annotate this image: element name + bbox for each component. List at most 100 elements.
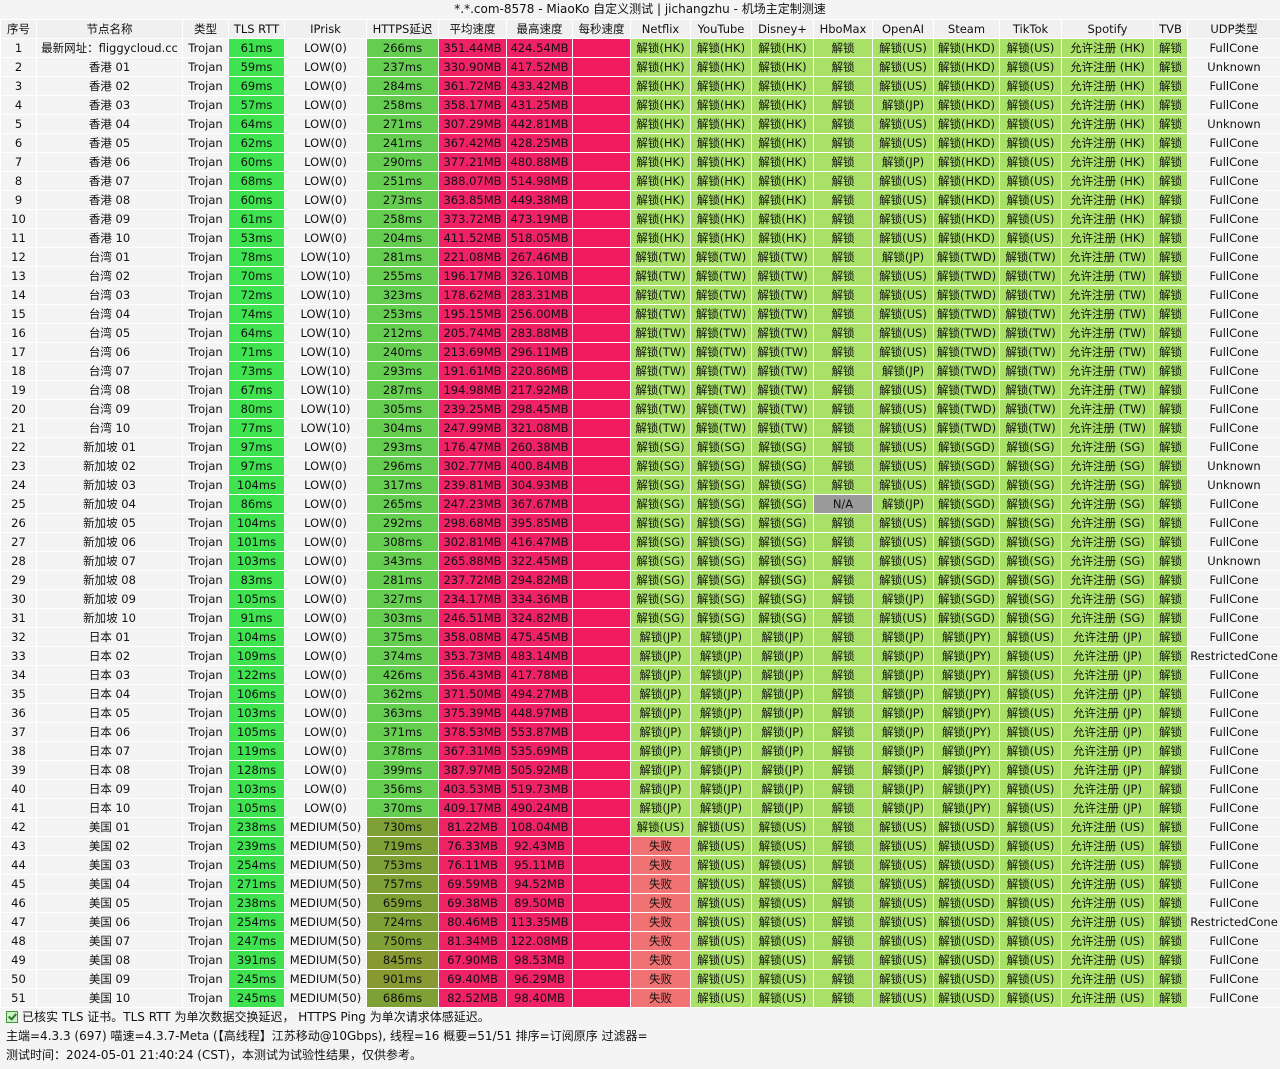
- cell-netflix: 解锁(JP): [630, 665, 691, 685]
- cell-netflix: 解锁(JP): [630, 684, 691, 704]
- cell-openai: 解锁(US): [872, 931, 934, 951]
- cell-disney: 解锁(HK): [751, 190, 814, 210]
- cell-https-latency: 378ms: [366, 741, 439, 761]
- cell-udp-type: FullCone: [1187, 684, 1280, 704]
- cell-openai: 解锁(US): [872, 475, 934, 495]
- cell-protocol-type: Trojan: [182, 399, 229, 419]
- cell-protocol-type: Trojan: [182, 57, 229, 77]
- cell-disney: 解锁(TW): [751, 361, 814, 381]
- cell-spotify: 允许注册 (US): [1061, 893, 1154, 913]
- cell-iprisk: LOW(0): [284, 114, 367, 134]
- cell-max-speed: 326.10MB: [506, 266, 573, 286]
- cell-tiktok: 解锁(US): [999, 969, 1062, 989]
- cell-iprisk: LOW(10): [284, 361, 367, 381]
- column-header: HTTPS延迟: [366, 19, 439, 39]
- cell-iprisk: LOW(0): [284, 456, 367, 476]
- cell-udp-type: FullCone: [1187, 931, 1280, 951]
- cell-https-latency: 327ms: [366, 589, 439, 609]
- cell-steam: 解锁(HKD): [933, 133, 1000, 153]
- cell-speed-graph: [572, 684, 631, 704]
- cell-https-latency: 293ms: [366, 437, 439, 457]
- cell-spotify: 允许注册 (TW): [1061, 247, 1154, 267]
- cell-row-index: 30: [0, 589, 37, 609]
- cell-speed-graph: [572, 228, 631, 248]
- cell-https-latency: 287ms: [366, 380, 439, 400]
- cell-https-latency: 659ms: [366, 893, 439, 913]
- cell-node-name: 美国 10: [36, 988, 183, 1008]
- cell-tls-rtt: 122ms: [228, 665, 285, 685]
- cell-node-name: 最新网址：fliggycloud.cc: [36, 38, 183, 58]
- cell-max-speed: 400.84MB: [506, 456, 573, 476]
- cell-steam: 解锁(TWD): [933, 247, 1000, 267]
- cell-max-speed: 96.29MB: [506, 969, 573, 989]
- cell-speed-graph: [572, 912, 631, 932]
- table-row: 8 香港 07 Trojan 68ms LOW(0) 251ms 388.07MB 514.9…: [0, 171, 1280, 191]
- cell-row-index: 8: [0, 171, 37, 191]
- cell-tiktok: 解锁(SG): [999, 513, 1062, 533]
- cell-speed-graph: [572, 304, 631, 324]
- cell-avg-speed: 378.53MB: [438, 722, 507, 742]
- cell-tls-rtt: 128ms: [228, 760, 285, 780]
- cell-avg-speed: 237.72MB: [438, 570, 507, 590]
- cell-tvb: 解锁: [1153, 950, 1188, 970]
- cell-protocol-type: Trojan: [182, 494, 229, 514]
- cell-tvb: 解锁: [1153, 532, 1188, 552]
- cell-spotify: 允许注册 (SG): [1061, 494, 1154, 514]
- cell-row-index: 44: [0, 855, 37, 875]
- cell-netflix: 失败: [630, 931, 691, 951]
- cell-tiktok: 解锁(US): [999, 627, 1062, 647]
- table-row: 6 香港 05 Trojan 62ms LOW(0) 241ms 367.42MB 428.2…: [0, 133, 1280, 153]
- cell-hbomax: 解锁: [813, 114, 873, 134]
- table-row: 30 新加坡 09 Trojan 105ms LOW(0) 327ms 234.17MB 33…: [0, 589, 1280, 609]
- cell-row-index: 18: [0, 361, 37, 381]
- cell-spotify: 允许注册 (JP): [1061, 684, 1154, 704]
- cell-hbomax: 解锁: [813, 532, 873, 552]
- cell-tvb: 解锁: [1153, 456, 1188, 476]
- cell-tls-rtt: 86ms: [228, 494, 285, 514]
- cell-hbomax: 解锁: [813, 380, 873, 400]
- cell-iprisk: MEDIUM(50): [284, 855, 367, 875]
- cell-tvb: 解锁: [1153, 57, 1188, 77]
- cell-node-name: 日本 04: [36, 684, 183, 704]
- cell-protocol-type: Trojan: [182, 551, 229, 571]
- cell-youtube: 解锁(TW): [690, 323, 752, 343]
- cell-disney: 解锁(SG): [751, 551, 814, 571]
- cell-tls-rtt: 97ms: [228, 456, 285, 476]
- cell-speed-graph: [572, 342, 631, 362]
- cell-openai: 解锁(US): [872, 532, 934, 552]
- cell-tvb: 解锁: [1153, 361, 1188, 381]
- cell-udp-type: FullCone: [1187, 266, 1280, 286]
- cell-node-name: 美国 05: [36, 893, 183, 913]
- table-row: 45 美国 04 Trojan 271ms MEDIUM(50) 757ms 69.59MB…: [0, 874, 1280, 894]
- cell-iprisk: LOW(0): [284, 798, 367, 818]
- cell-iprisk: LOW(10): [284, 399, 367, 419]
- cell-youtube: 解锁(HK): [690, 209, 752, 229]
- cell-youtube: 解锁(HK): [690, 190, 752, 210]
- cell-tiktok: 解锁(US): [999, 95, 1062, 115]
- cell-disney: 解锁(US): [751, 855, 814, 875]
- cell-openai: 解锁(US): [872, 988, 934, 1008]
- cell-speed-graph: [572, 893, 631, 913]
- cell-tiktok: 解锁(US): [999, 874, 1062, 894]
- cell-speed-graph: [572, 437, 631, 457]
- cell-iprisk: LOW(0): [284, 722, 367, 742]
- cell-row-index: 32: [0, 627, 37, 647]
- cell-node-name: 美国 01: [36, 817, 183, 837]
- cell-tls-rtt: 97ms: [228, 437, 285, 457]
- cell-openai: 解锁(JP): [872, 741, 934, 761]
- cell-disney: 解锁(HK): [751, 133, 814, 153]
- cell-udp-type: Unknown: [1187, 456, 1280, 476]
- cell-protocol-type: Trojan: [182, 931, 229, 951]
- cell-tiktok: 解锁(SG): [999, 608, 1062, 628]
- cell-max-speed: 395.85MB: [506, 513, 573, 533]
- cell-avg-speed: 367.42MB: [438, 133, 507, 153]
- cell-node-name: 香港 10: [36, 228, 183, 248]
- cell-node-name: 新加坡 04: [36, 494, 183, 514]
- cell-tvb: 解锁: [1153, 817, 1188, 837]
- cell-openai: 解锁(US): [872, 608, 934, 628]
- cell-netflix: 解锁(SG): [630, 532, 691, 552]
- cell-https-latency: 750ms: [366, 931, 439, 951]
- cell-steam: 解锁(JPY): [933, 779, 1000, 799]
- cell-iprisk: MEDIUM(50): [284, 912, 367, 932]
- cell-protocol-type: Trojan: [182, 798, 229, 818]
